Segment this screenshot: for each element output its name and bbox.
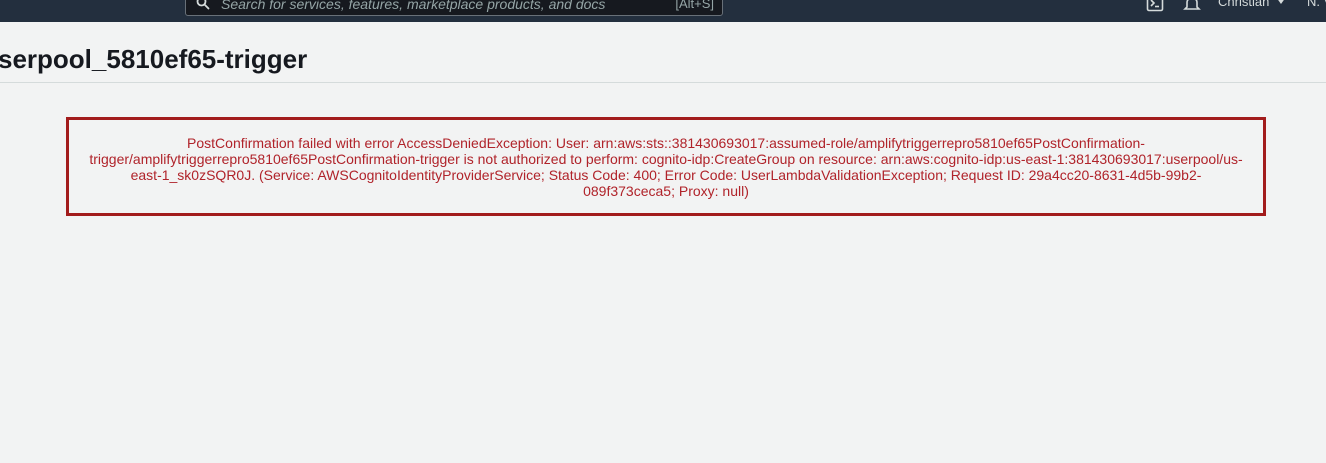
region-selector[interactable]: N. V [1307, 0, 1326, 9]
page-title: serpool_5810ef65-trigger [0, 44, 308, 74]
search-icon [196, 0, 210, 10]
top-navigation-bar: Search for services, features, marketpla… [0, 0, 1326, 22]
title-divider [0, 82, 1326, 83]
region-name: N. V [1307, 0, 1326, 9]
user-name: Christian [1218, 0, 1270, 9]
search-shortcut-hint: [Alt+S] [675, 0, 714, 11]
user-account-menu[interactable]: Christian [1218, 0, 1287, 9]
error-alert: PostConfirmation failed with error Acces… [66, 117, 1266, 216]
caret-down-icon [1276, 0, 1287, 4]
bell-icon[interactable] [1183, 0, 1201, 12]
error-message: PostConfirmation failed with error Acces… [89, 134, 1243, 199]
search-placeholder: Search for services, features, marketpla… [221, 0, 606, 12]
cloudshell-icon[interactable] [1146, 0, 1164, 12]
search-input[interactable]: Search for services, features, marketpla… [185, 0, 723, 16]
